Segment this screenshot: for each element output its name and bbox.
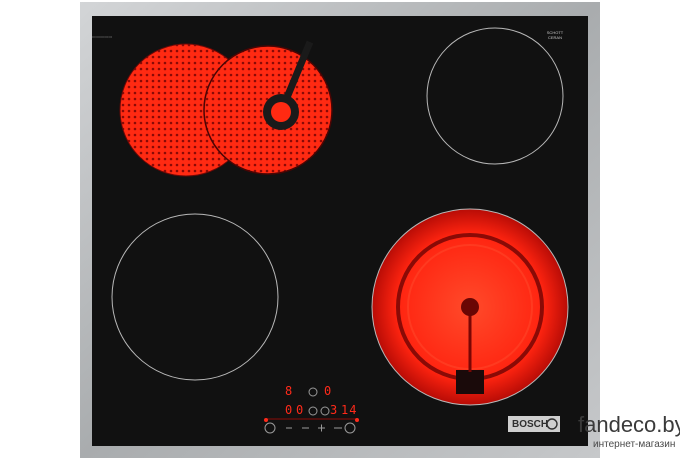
display-bottom-far: 14 bbox=[341, 403, 358, 417]
indicator-dot bbox=[264, 418, 268, 422]
display-bottom-mid: 0 bbox=[296, 403, 305, 417]
display-top-left: 8 bbox=[285, 384, 294, 398]
watermark-sub: интернет-магазин bbox=[593, 439, 676, 450]
cooktop-scene bbox=[80, 2, 600, 458]
dual-zone-top-left bbox=[119, 40, 333, 177]
indicator-dot-right bbox=[355, 418, 359, 422]
schott-ceran-label: SCHOTT CERAN bbox=[542, 30, 568, 40]
schott-line-2: CERAN bbox=[547, 35, 562, 40]
brand-label: BOSCH bbox=[512, 419, 549, 430]
watermark-main: fandeco.by bbox=[578, 412, 680, 437]
display-bottom-left: 0 bbox=[285, 403, 294, 417]
display-bottom-right: 3 bbox=[330, 403, 339, 417]
display-top-mid: 0 bbox=[324, 384, 333, 398]
model-label: ▭▭▭▭▭ bbox=[92, 34, 113, 39]
zone-bottom-right-active bbox=[371, 208, 569, 406]
